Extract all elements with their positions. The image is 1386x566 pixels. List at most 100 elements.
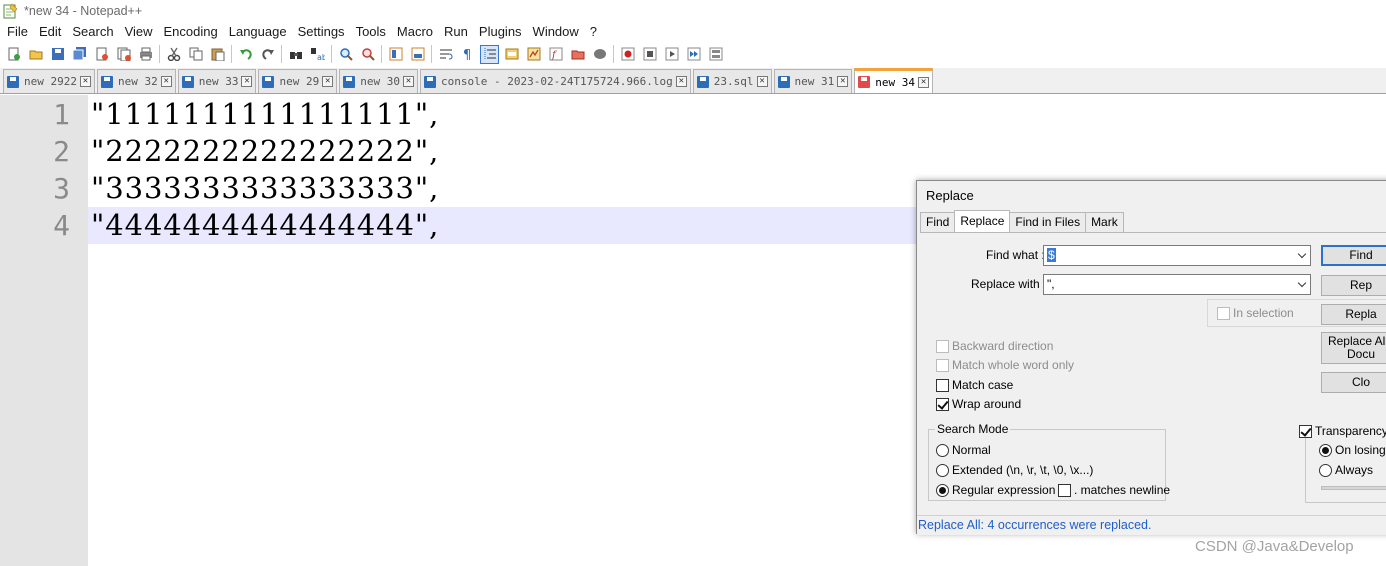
tab-label: new 31: [794, 75, 835, 88]
tab-close-icon[interactable]: ✕: [79, 76, 91, 87]
close-all-icon[interactable]: [114, 45, 133, 64]
undo-icon[interactable]: [236, 45, 255, 64]
folder-as-workspace-icon[interactable]: [568, 45, 587, 64]
tab-close-icon[interactable]: ✕: [402, 76, 414, 87]
menu-file[interactable]: File: [0, 22, 33, 42]
tab-close-icon[interactable]: ✕: [837, 76, 849, 87]
menu-macro[interactable]: Macro: [391, 22, 438, 42]
menu-window[interactable]: Window: [527, 22, 584, 42]
match-case-checkbox[interactable]: Match case: [936, 378, 1013, 392]
replace-with-combobox[interactable]: ",: [1043, 274, 1311, 295]
tab-mark[interactable]: Mark: [1085, 212, 1124, 232]
toolbar-separator: [613, 45, 614, 63]
find-next-button[interactable]: Find: [1321, 245, 1386, 266]
replace-button[interactable]: Rep: [1321, 275, 1386, 296]
cut-icon[interactable]: [164, 45, 183, 64]
match-whole-word-checkbox[interactable]: Match whole word only: [936, 358, 1074, 372]
indent-guide-icon[interactable]: [480, 44, 499, 64]
tab-new-2922[interactable]: new 2922 ✕: [3, 69, 95, 93]
chevron-down-icon[interactable]: [1293, 275, 1310, 294]
editor-line[interactable]: 1 "1111111111111111",: [0, 96, 1386, 133]
show-all-chars-icon[interactable]: ¶: [458, 45, 477, 64]
new-file-icon[interactable]: [4, 45, 23, 64]
replace-all-in-documents-button[interactable]: Replace All i Docu: [1321, 332, 1386, 364]
watermark: CSDN @Java&Develop: [1195, 538, 1354, 555]
in-selection-label: In selection: [1233, 306, 1294, 320]
word-wrap-icon[interactable]: [436, 45, 455, 64]
find-icon[interactable]: [286, 45, 305, 64]
tab-close-icon[interactable]: ✕: [241, 76, 253, 87]
tab-replace[interactable]: Replace: [954, 210, 1011, 232]
transparency-slider[interactable]: [1321, 486, 1386, 490]
menu-search[interactable]: Search: [66, 22, 118, 42]
paste-icon[interactable]: [208, 45, 227, 64]
copy-icon[interactable]: [186, 45, 205, 64]
menu-edit[interactable]: Edit: [33, 22, 66, 42]
menu-language[interactable]: Language: [223, 22, 292, 42]
sync-vertical-icon[interactable]: [386, 45, 405, 64]
zoom-out-icon[interactable]: [358, 45, 377, 64]
tab-new-33[interactable]: new 33 ✕: [177, 69, 257, 93]
backward-direction-checkbox[interactable]: Backward direction: [936, 339, 1053, 353]
tab-console-log[interactable]: console - 2023-02-24T175724.966.log ✕: [419, 69, 691, 93]
tab-find-in-files[interactable]: Find in Files: [1009, 212, 1087, 232]
replace-all-button[interactable]: Repla: [1321, 304, 1386, 325]
tab-new-31[interactable]: new 31 ✕: [773, 69, 853, 93]
checkbox-box: [1058, 483, 1071, 497]
tab-close-icon[interactable]: ✕: [675, 76, 687, 87]
extended-radio[interactable]: Extended (\n, \r, \t, \0, \x...): [936, 463, 1093, 477]
print-icon[interactable]: [136, 45, 155, 64]
editor-line[interactable]: 2 "2222222222222222",: [0, 133, 1386, 170]
tab-close-icon[interactable]: ✕: [160, 76, 172, 87]
replace-icon[interactable]: ab: [308, 45, 327, 64]
transparency-checkbox[interactable]: Transparency: [1299, 424, 1386, 438]
close-button[interactable]: Clo: [1321, 372, 1386, 393]
menu-tools[interactable]: Tools: [350, 22, 391, 42]
always-radio[interactable]: Always: [1319, 463, 1373, 477]
close-icon[interactable]: [92, 45, 111, 64]
on-losing-focus-radio[interactable]: On losing f: [1319, 443, 1386, 457]
monitoring-icon[interactable]: [590, 45, 609, 64]
open-file-icon[interactable]: [26, 45, 45, 64]
menu-settings[interactable]: Settings: [292, 22, 350, 42]
regular-expression-radio[interactable]: Regular expression: [936, 483, 1055, 497]
sync-horizontal-icon[interactable]: [408, 45, 427, 64]
document-map-icon[interactable]: [524, 45, 543, 64]
tab-23-sql[interactable]: 23.sql ✕: [692, 69, 772, 93]
chevron-down-icon[interactable]: [1293, 246, 1310, 265]
redo-icon[interactable]: [258, 45, 277, 64]
menu-run[interactable]: Run: [438, 22, 473, 42]
normal-radio[interactable]: Normal: [936, 443, 991, 457]
stop-record-icon[interactable]: [640, 45, 659, 64]
tab-close-icon[interactable]: ✕: [918, 76, 930, 88]
record-macro-icon[interactable]: [618, 45, 637, 64]
in-selection-checkbox[interactable]: In selection: [1217, 306, 1294, 320]
save-icon[interactable]: [48, 45, 67, 64]
tab-new-30[interactable]: new 30 ✕: [339, 69, 418, 93]
tab-new-29[interactable]: new 29 ✕: [258, 69, 338, 93]
menu-help[interactable]: ?: [584, 22, 602, 42]
menu-plugins[interactable]: Plugins: [473, 22, 527, 42]
save-macro-icon[interactable]: [706, 45, 725, 64]
save-all-icon[interactable]: [70, 45, 89, 64]
tab-close-icon[interactable]: ✕: [756, 76, 768, 87]
wrap-around-checkbox[interactable]: Wrap around: [936, 397, 1021, 411]
function-list-icon[interactable]: f: [546, 45, 565, 64]
line-number: 4: [0, 207, 88, 244]
play-macro-icon[interactable]: [662, 45, 681, 64]
menu-encoding[interactable]: Encoding: [158, 22, 223, 42]
tab-new-34[interactable]: new 34 ✕: [854, 68, 934, 93]
line-text: "3333333333333333",: [91, 171, 440, 205]
run-macro-multiple-icon[interactable]: [684, 45, 703, 64]
menu-view[interactable]: View: [119, 22, 158, 42]
user-language-icon[interactable]: [502, 45, 521, 64]
tab-close-icon[interactable]: ✕: [322, 76, 334, 87]
tab-find[interactable]: Find: [920, 212, 956, 232]
checkbox-label: Transparency: [1315, 424, 1386, 438]
zoom-in-icon[interactable]: [336, 45, 355, 64]
radio-label: Extended (\n, \r, \t, \0, \x...): [952, 463, 1094, 477]
tab-new-32[interactable]: new 32 ✕: [96, 69, 176, 93]
tab-label: new 30: [360, 75, 400, 88]
find-what-combobox[interactable]: $: [1043, 245, 1311, 266]
matches-newline-checkbox[interactable]: . matches newline: [1058, 483, 1170, 497]
